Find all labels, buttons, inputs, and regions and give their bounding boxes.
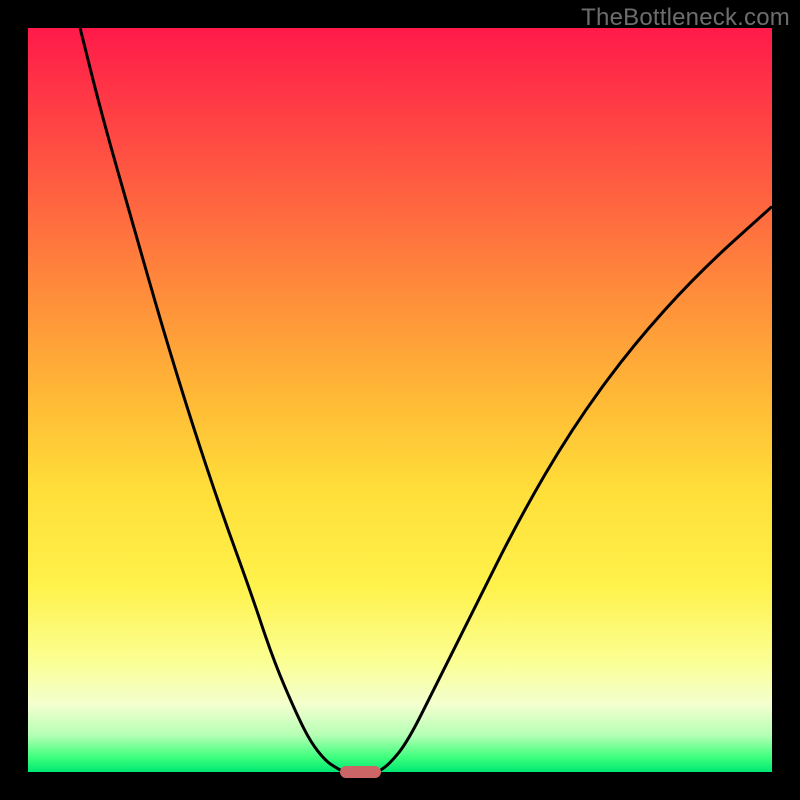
curve-right xyxy=(378,207,772,772)
bottleneck-marker xyxy=(340,766,381,778)
curve-left xyxy=(80,28,344,772)
bottleneck-curve xyxy=(28,28,772,772)
watermark-text: TheBottleneck.com xyxy=(581,4,790,32)
chart-frame: TheBottleneck.com xyxy=(0,0,800,800)
plot-area xyxy=(28,28,772,772)
